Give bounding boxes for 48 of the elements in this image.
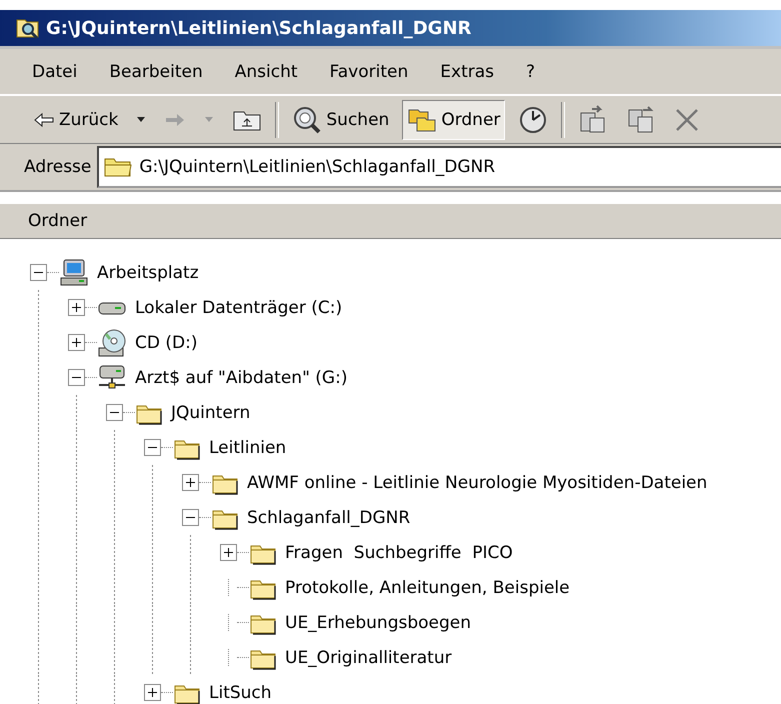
menu-item[interactable]: Bearbeiten [93,58,219,86]
tree-item[interactable]: CD (D:) [127,332,198,352]
menu-item[interactable]: Datei [16,58,94,86]
collapse-toggle[interactable] [30,264,47,281]
expand-toggle[interactable] [68,334,85,351]
menu-item[interactable]: ? [510,58,552,86]
cd-drive-icon [97,328,127,358]
expand-toggle[interactable] [220,544,237,561]
tree-item[interactable]: Schlaganfall_DGNR [239,508,410,528]
tree-item[interactable]: UE_Erhebungsboegen [277,612,472,632]
address-label: Adresse [24,157,92,177]
menu-item[interactable]: Favoriten [314,58,424,86]
back-arrow-icon [33,112,55,128]
menu-item[interactable]: Extras [424,58,510,86]
tree-item[interactable]: AWMF online - Leitlinie Neurologie Myositiden-Dateien [239,472,708,492]
collapse-toggle[interactable] [68,369,85,386]
folders-icon [407,106,438,132]
clock-icon [518,104,548,134]
tree-item[interactable]: Protokolle, Anleitungen, Beispiele [277,578,570,598]
tree-item[interactable]: JQuintern [163,402,250,422]
search-button[interactable]: Suchen [287,100,394,140]
tree-item[interactable]: Lokaler Datenträger (C:) [127,298,342,318]
collapse-toggle[interactable] [144,439,161,456]
panel-title: Ordner [28,211,88,231]
folder-icon [103,156,134,178]
tree-item[interactable]: Fragen Suchbegriffe PICO [277,542,513,562]
folders-button[interactable]: Ordner [402,100,506,140]
forward-arrow-icon [164,112,186,128]
delete-icon [674,106,700,132]
tree-item[interactable]: LitSuch [201,682,272,702]
tree-item[interactable]: Arzt$ auf "Aibdaten" (G:) [127,368,348,388]
collapse-toggle[interactable] [106,404,123,421]
computer-icon [59,258,89,288]
address-field[interactable]: G:\JQuintern\Leitlinien\Schlaganfall_DGNR [97,146,781,188]
network-drive-icon [97,364,127,392]
expand-toggle[interactable] [144,684,161,701]
caret-icon [205,117,214,122]
tree-item[interactable]: Leitlinien [201,438,286,458]
expand-toggle[interactable] [68,299,85,316]
menu-item[interactable]: Ansicht [218,58,314,86]
window-title: G:\JQuintern\Leitlinien\Schlaganfall_DGNR [46,18,472,38]
search-icon [292,104,322,134]
collapse-toggle[interactable] [182,509,199,526]
caret-icon [137,117,146,122]
tree-item[interactable]: Arbeitsplatz [89,262,199,282]
back-button[interactable]: Zurück [28,100,124,140]
tree-item[interactable]: UE_Originalliteratur [277,648,452,668]
expand-toggle[interactable] [182,474,199,491]
